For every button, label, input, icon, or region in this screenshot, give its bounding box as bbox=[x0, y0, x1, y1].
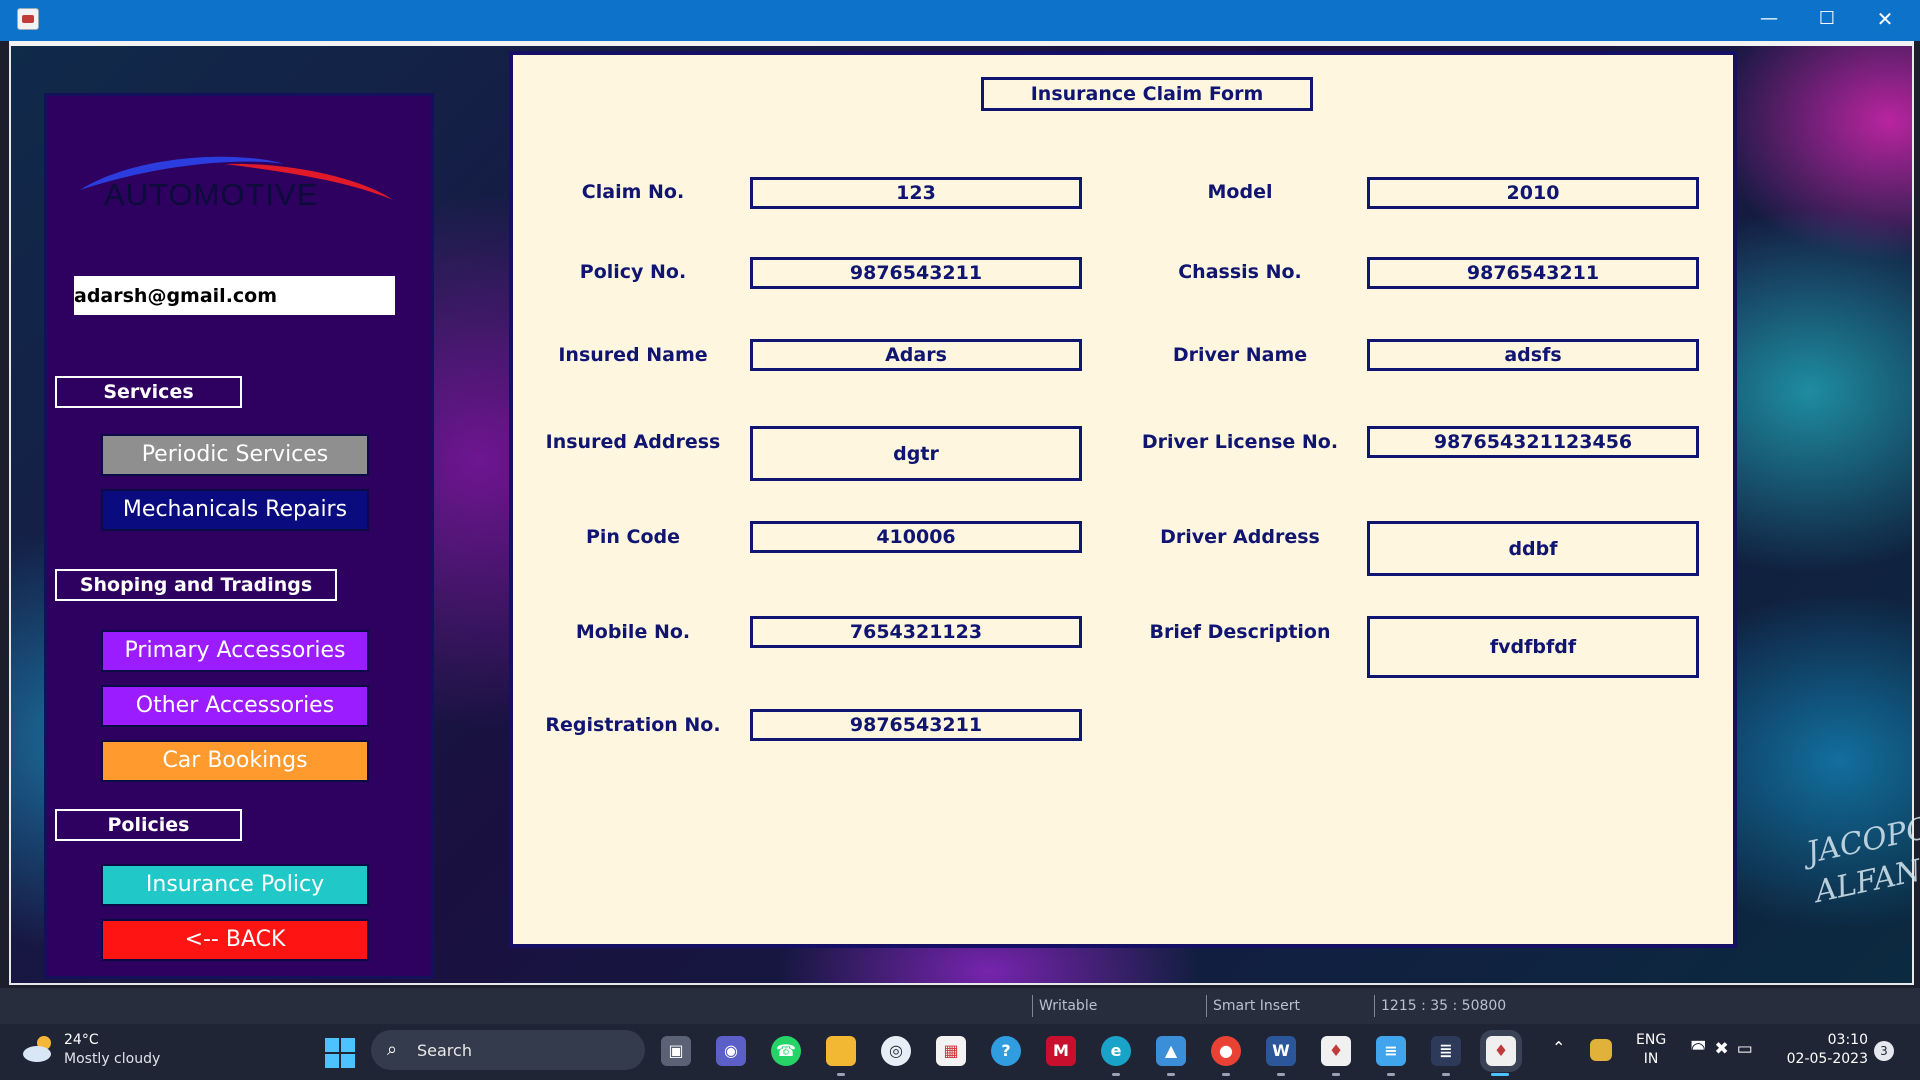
services-heading: Services bbox=[55, 376, 242, 408]
whatsapp-icon[interactable]: ☎ bbox=[771, 1036, 801, 1066]
insured-name-label: Insured Name bbox=[558, 344, 708, 366]
model-label: Model bbox=[1207, 181, 1273, 203]
teams-icon[interactable]: ◉ bbox=[716, 1036, 746, 1066]
running-indicator bbox=[1387, 1073, 1395, 1076]
driver-address-label: Driver Address bbox=[1160, 526, 1320, 548]
taskbar-search[interactable]: ⌕ Search bbox=[371, 1030, 645, 1070]
registration-no-label: Registration No. bbox=[545, 714, 721, 736]
car-bookings-button[interactable]: Car Bookings bbox=[101, 740, 369, 782]
policies-heading: Policies bbox=[55, 809, 242, 841]
shopping-heading: Shoping and Tradings bbox=[55, 569, 337, 601]
brief-description-field[interactable]: fvdfbfdf bbox=[1367, 616, 1699, 678]
driver-license-label: Driver License No. bbox=[1141, 431, 1339, 453]
insurance-policy-button[interactable]: Insurance Policy bbox=[101, 864, 369, 906]
system-tray[interactable]: ◚✖▭ bbox=[1690, 1039, 1761, 1059]
windows-start-icon[interactable] bbox=[325, 1038, 355, 1068]
maximize-button[interactable]: ☐ bbox=[1798, 0, 1856, 41]
running-indicator bbox=[1167, 1073, 1175, 1076]
java-app-icon[interactable]: ♦ bbox=[1321, 1036, 1351, 1066]
language-indicator[interactable]: ENG IN bbox=[1636, 1031, 1666, 1069]
notification-badge[interactable]: 3 bbox=[1874, 1041, 1894, 1061]
app-icon bbox=[17, 8, 39, 30]
speaker-muted-icon[interactable]: ✖ bbox=[1715, 1039, 1737, 1059]
registration-no-field[interactable]: 9876543211 bbox=[750, 709, 1082, 741]
mobile-no-field[interactable]: 7654321123 bbox=[750, 616, 1082, 648]
status-position: 1215 : 35 : 50800 bbox=[1374, 995, 1534, 1017]
primary-accessories-button[interactable]: Primary Accessories bbox=[101, 630, 369, 672]
window-titlebar[interactable]: — ☐ ✕ bbox=[0, 0, 1920, 41]
form-title: Insurance Claim Form bbox=[981, 77, 1313, 111]
mobile-no-label: Mobile No. bbox=[575, 621, 691, 643]
chassis-no-label: Chassis No. bbox=[1178, 261, 1302, 283]
terminal-icon[interactable]: ≣ bbox=[1431, 1036, 1461, 1066]
region-code: IN bbox=[1643, 1051, 1659, 1067]
clock-date: 02-05-2023 bbox=[1786, 1051, 1868, 1067]
minimize-button[interactable]: — bbox=[1740, 0, 1798, 41]
weather-description[interactable]: Mostly cloudy bbox=[64, 1051, 160, 1067]
sidebar-panel bbox=[44, 93, 434, 979]
help-icon[interactable]: ? bbox=[991, 1036, 1021, 1066]
driver-name-field[interactable]: adsfs bbox=[1367, 339, 1699, 371]
chevron-up-icon[interactable]: ⌃ bbox=[1552, 1038, 1565, 1057]
word-icon[interactable]: W bbox=[1266, 1036, 1296, 1066]
running-indicator bbox=[1442, 1073, 1450, 1076]
java-app-active-icon[interactable]: ♦ bbox=[1486, 1036, 1516, 1066]
back-button[interactable]: <-- BACK bbox=[101, 919, 369, 961]
driver-address-field[interactable]: ddbf bbox=[1367, 521, 1699, 576]
pin-code-field[interactable]: 410006 bbox=[750, 521, 1082, 553]
edge-icon[interactable]: e bbox=[1101, 1036, 1131, 1066]
driver-license-field[interactable]: 987654321123456 bbox=[1367, 426, 1699, 458]
running-indicator bbox=[837, 1073, 845, 1076]
running-indicator bbox=[1332, 1073, 1340, 1076]
periodic-services-button[interactable]: Periodic Services bbox=[101, 434, 369, 476]
running-indicator bbox=[1112, 1073, 1120, 1076]
active-indicator bbox=[1491, 1073, 1509, 1076]
status-insert: Smart Insert bbox=[1206, 995, 1372, 1017]
language-code: ENG bbox=[1636, 1032, 1667, 1048]
wifi-icon[interactable]: ◚ bbox=[1690, 1039, 1715, 1059]
search-icon: ⌕ bbox=[387, 1039, 398, 1060]
insured-address-field[interactable]: dgtr bbox=[750, 426, 1082, 481]
status-mode: Writable bbox=[1032, 995, 1204, 1017]
cloud-sun-icon[interactable] bbox=[22, 1034, 56, 1064]
mcafee-icon[interactable]: M bbox=[1046, 1036, 1076, 1066]
microsoft-store-icon[interactable]: ▦ bbox=[936, 1036, 966, 1066]
policy-no-label: Policy No. bbox=[579, 261, 687, 283]
brief-description-label: Brief Description bbox=[1149, 621, 1331, 643]
driver-name-label: Driver Name bbox=[1172, 344, 1308, 366]
search-label: Search bbox=[417, 1041, 472, 1060]
photos-icon[interactable]: ▲ bbox=[1156, 1036, 1186, 1066]
mechanical-repairs-button[interactable]: Mechanicals Repairs bbox=[101, 489, 369, 531]
task-view-icon[interactable]: ▣ bbox=[661, 1036, 691, 1066]
insured-address-label: Insured Address bbox=[545, 431, 721, 453]
claim-no-field[interactable]: 123 bbox=[750, 177, 1082, 209]
app-circle-icon[interactable]: ◎ bbox=[881, 1036, 911, 1066]
model-field[interactable]: 2010 bbox=[1367, 177, 1699, 209]
email-field[interactable] bbox=[74, 276, 395, 315]
chrome-icon[interactable]: ● bbox=[1211, 1036, 1241, 1066]
insured-name-field[interactable]: Adars bbox=[750, 339, 1082, 371]
pin-code-label: Pin Code bbox=[585, 526, 681, 548]
close-button[interactable]: ✕ bbox=[1856, 0, 1914, 41]
running-indicator bbox=[1222, 1073, 1230, 1076]
status-bar: Writable Smart Insert 1215 : 35 : 50800 bbox=[0, 988, 1920, 1024]
clock-time: 03:10 bbox=[1827, 1032, 1868, 1048]
other-accessories-button[interactable]: Other Accessories bbox=[101, 685, 369, 727]
clock[interactable]: 03:10 02-05-2023 bbox=[1780, 1031, 1868, 1069]
logo-text: AUTOMOTIVE bbox=[104, 177, 319, 212]
battery-icon[interactable]: ▭ bbox=[1737, 1039, 1761, 1059]
tray-app-icon[interactable] bbox=[1590, 1039, 1612, 1061]
policy-no-field[interactable]: 9876543211 bbox=[750, 257, 1082, 289]
notepad-icon[interactable]: ≡ bbox=[1376, 1036, 1406, 1066]
chassis-no-field[interactable]: 9876543211 bbox=[1367, 257, 1699, 289]
claim-no-label: Claim No. bbox=[581, 181, 685, 203]
file-explorer-icon[interactable] bbox=[826, 1036, 856, 1066]
running-indicator bbox=[1277, 1073, 1285, 1076]
weather-temperature[interactable]: 24°C bbox=[64, 1032, 99, 1048]
taskbar: 24°C Mostly cloudy ⌕ Search ▣ ◉ ☎ ◎ ▦ ? … bbox=[0, 1024, 1920, 1080]
